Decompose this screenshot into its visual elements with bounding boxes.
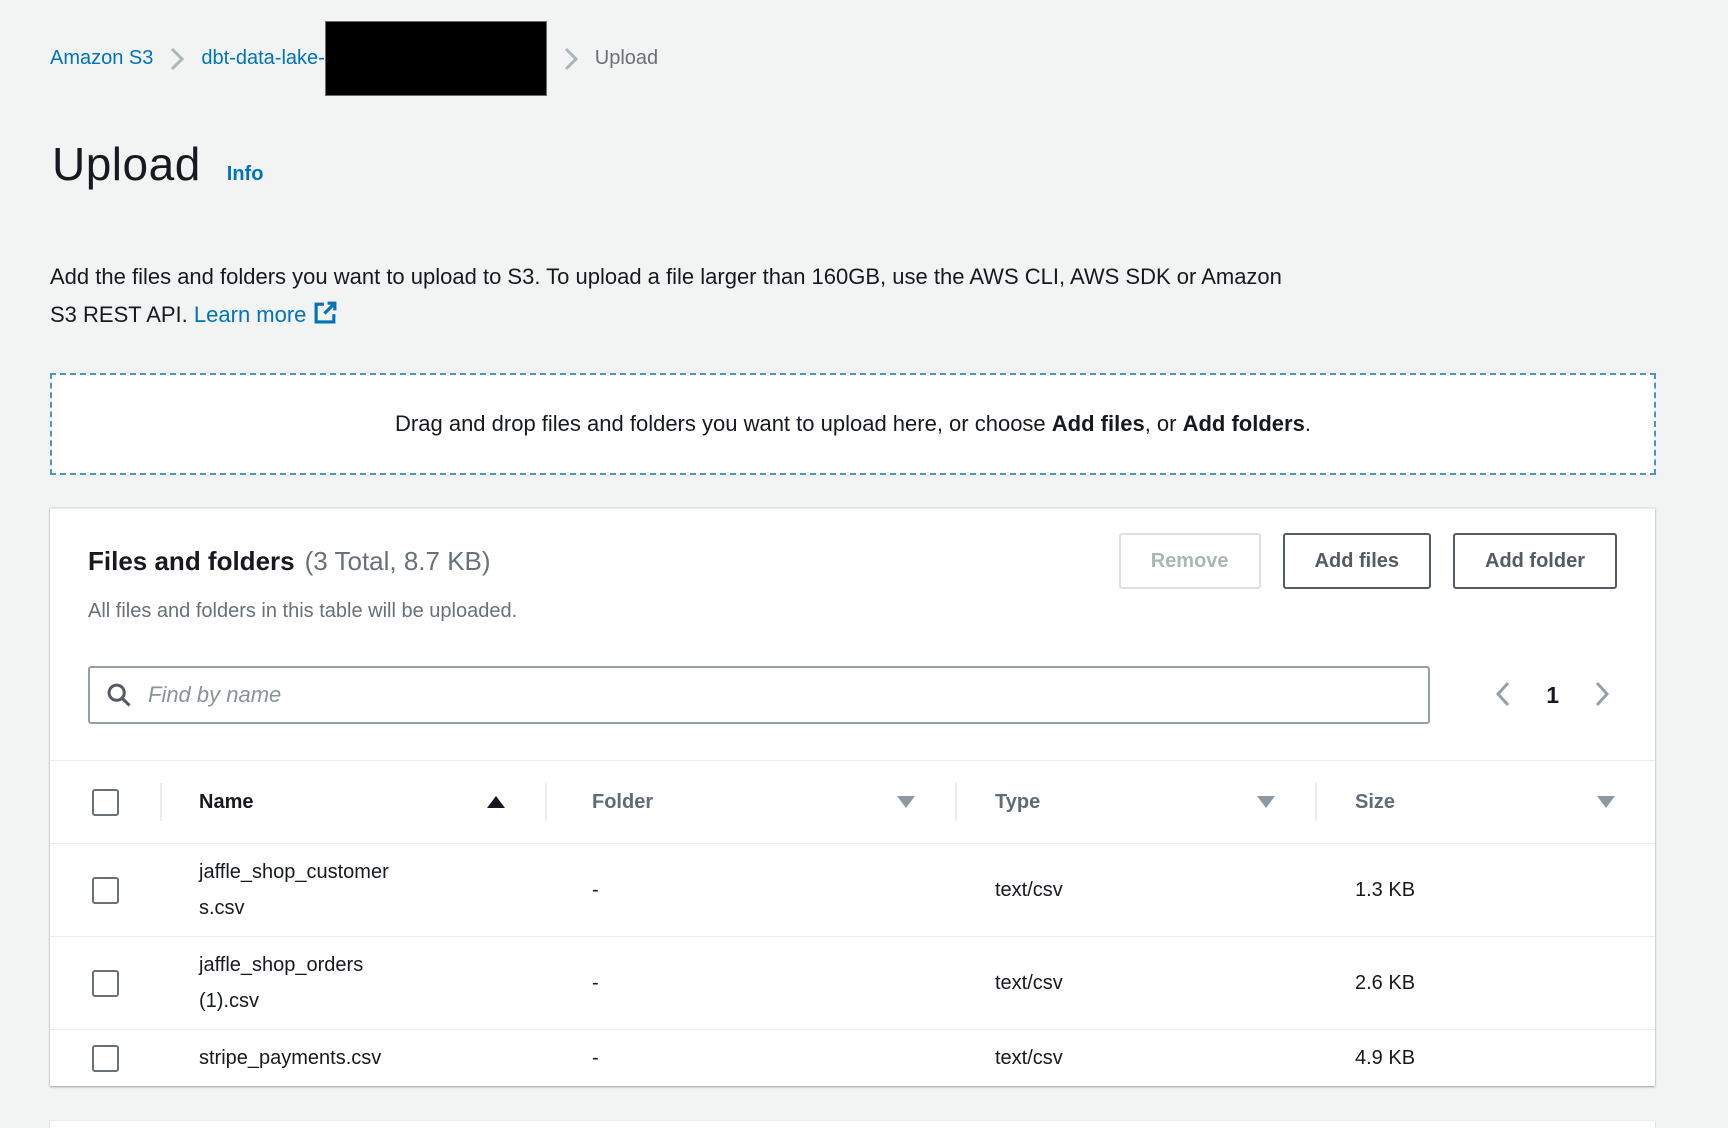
page-description: Add the files and folders you want to up…: [50, 258, 1610, 337]
panel-count-summary: (3 Total, 8.7 KB): [305, 546, 491, 577]
info-link[interactable]: Info: [227, 163, 264, 186]
file-folder: -: [545, 844, 955, 937]
filter-dropdown-icon: [897, 796, 915, 808]
page-title: Upload: [52, 134, 201, 194]
table-row: jaffle_shop_customers.csv - text/csv 1.3…: [50, 844, 1655, 937]
panel-header: Files and folders (3 Total, 8.7 KB) All …: [50, 509, 1655, 625]
search-row: 1: [50, 625, 1655, 724]
chevron-right-icon: [563, 46, 579, 72]
file-folder: -: [545, 937, 955, 1030]
column-header-size[interactable]: Size: [1315, 761, 1655, 844]
column-header-name[interactable]: Name: [160, 761, 545, 844]
pagination-current-page[interactable]: 1: [1546, 682, 1559, 709]
table-header-row: Name Folder Type Size: [50, 761, 1655, 844]
breadcrumb-current: Upload: [595, 47, 658, 70]
select-all-header: [50, 761, 160, 844]
files-table: Name Folder Type Size jaffle_shop_: [50, 760, 1655, 1086]
breadcrumb: Amazon S3 dbt-data-lake- Upload: [50, 21, 1728, 96]
chevron-left-icon: [1494, 680, 1512, 711]
file-type: text/csv: [955, 1030, 1315, 1087]
filter-dropdown-icon: [1597, 796, 1615, 808]
breadcrumb-link-bucket[interactable]: dbt-data-lake-: [201, 47, 324, 70]
file-type: text/csv: [955, 844, 1315, 937]
file-type: text/csv: [955, 937, 1315, 1030]
filter-dropdown-icon: [1257, 796, 1275, 808]
description-line2: S3 REST API.: [50, 302, 188, 327]
file-name: jaffle_shop_orders (1).csv: [160, 947, 396, 1019]
breadcrumb-link-amazon-s3[interactable]: Amazon S3: [50, 47, 153, 70]
file-name: jaffle_shop_customers.csv: [160, 854, 396, 926]
column-label-size: Size: [1355, 791, 1395, 814]
column-label-name: Name: [199, 791, 253, 814]
column-header-type[interactable]: Type: [955, 761, 1315, 844]
file-size: 1.3 KB: [1315, 844, 1655, 937]
panel-title: Files and folders: [88, 541, 295, 581]
pagination-prev-button[interactable]: [1490, 676, 1516, 715]
file-size: 4.9 KB: [1315, 1030, 1655, 1087]
chevron-right-icon: [1593, 680, 1611, 711]
panel-actions: Remove Add files Add folder: [1119, 533, 1617, 589]
files-and-folders-panel: Files and folders (3 Total, 8.7 KB) All …: [50, 508, 1655, 1086]
table-row: stripe_payments.csv - text/csv 4.9 KB: [50, 1030, 1655, 1087]
column-header-folder[interactable]: Folder: [545, 761, 955, 844]
s3-upload-page: Amazon S3 dbt-data-lake- Upload Upload I…: [0, 21, 1728, 1128]
chevron-right-icon: [169, 46, 185, 72]
row-checkbox[interactable]: [92, 877, 119, 904]
next-section-card-edge: [50, 1120, 1655, 1128]
remove-button[interactable]: Remove: [1119, 533, 1261, 589]
description-line1: Add the files and folders you want to up…: [50, 264, 1282, 289]
add-folder-button[interactable]: Add folder: [1453, 533, 1617, 589]
file-folder: -: [545, 1030, 955, 1087]
column-label-type: Type: [995, 791, 1040, 814]
learn-more-link[interactable]: Learn more: [194, 302, 339, 327]
select-all-checkbox[interactable]: [92, 789, 119, 816]
table-row: jaffle_shop_orders (1).csv - text/csv 2.…: [50, 937, 1655, 1030]
redaction-box: [325, 21, 547, 96]
row-checkbox[interactable]: [92, 1045, 119, 1072]
column-label-folder: Folder: [592, 791, 653, 814]
dropzone-text: Drag and drop files and folders you want…: [395, 411, 1311, 437]
dropzone[interactable]: Drag and drop files and folders you want…: [50, 373, 1656, 475]
search-box: [88, 666, 1430, 724]
file-size: 2.6 KB: [1315, 937, 1655, 1030]
breadcrumb-bucket-segment: dbt-data-lake-: [201, 21, 546, 96]
title-row: Upload Info: [52, 134, 1728, 194]
pagination: 1: [1490, 676, 1617, 715]
row-checkbox[interactable]: [92, 970, 119, 997]
pagination-next-button[interactable]: [1589, 676, 1615, 715]
sort-ascending-icon: [487, 796, 505, 808]
add-files-button[interactable]: Add files: [1283, 533, 1431, 589]
search-input[interactable]: [88, 666, 1430, 724]
file-name: stripe_payments.csv: [160, 1040, 381, 1076]
panel-subtitle: All files and folders in this table will…: [88, 597, 517, 625]
learn-more-label: Learn more: [194, 302, 307, 327]
panel-titles: Files and folders (3 Total, 8.7 KB) All …: [88, 533, 517, 625]
external-link-icon: [313, 299, 338, 337]
